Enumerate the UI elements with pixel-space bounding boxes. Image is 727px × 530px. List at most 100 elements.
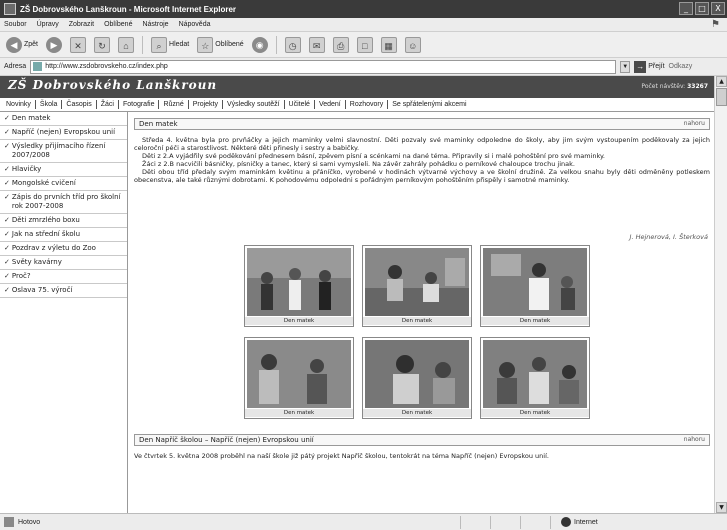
menu-upravy[interactable]: Úpravy bbox=[37, 21, 59, 28]
menu-oblibene[interactable]: Oblíbené bbox=[104, 21, 132, 28]
article-paragraph: Děti z 2.A vyjádřily své poděkování před… bbox=[142, 152, 605, 160]
status-panel bbox=[460, 516, 461, 529]
sidebar-item-stredni-skola[interactable]: ✓ Jak na střední školu bbox=[0, 228, 127, 242]
nav-ucitele[interactable]: Učitelé bbox=[285, 100, 315, 109]
photo-caption: Den matek bbox=[245, 317, 353, 325]
history-button[interactable]: ◷ bbox=[283, 35, 303, 55]
home-button[interactable]: ⌂ bbox=[116, 35, 136, 55]
gallery-item[interactable]: Den matek bbox=[362, 245, 472, 327]
menu-soubor[interactable]: Soubor bbox=[4, 21, 27, 28]
gallery-item[interactable]: Den matek bbox=[480, 245, 590, 327]
nav-novinky[interactable]: Novinky bbox=[2, 100, 36, 109]
site-header: ZŠ Dobrovského Lanškroun Počet návštěv: … bbox=[0, 76, 714, 98]
check-icon: ✓ bbox=[4, 193, 10, 201]
forward-button[interactable]: ▶ bbox=[44, 35, 64, 55]
nav-fotografie[interactable]: Fotografie bbox=[119, 100, 160, 109]
sidebar-item-vysledky-prijimaciho-rizeni[interactable]: ✓ Výsledky přijímacího řízení 2007/2008 bbox=[0, 140, 127, 163]
nav-zaci[interactable]: Žáci bbox=[97, 100, 119, 109]
search-button[interactable]: ⌕ Hledat bbox=[149, 35, 191, 55]
photo-thumbnail bbox=[483, 248, 587, 316]
sidebar-item-hlavicky[interactable]: ✓ Hlavičky bbox=[0, 163, 127, 177]
article-title: Den matek bbox=[139, 120, 178, 128]
menu-bar: Soubor Úpravy Zobrazit Oblíbené Nástroje… bbox=[0, 18, 727, 32]
back-button[interactable]: ◀ Zpět bbox=[4, 35, 40, 55]
sidebar-item-proc[interactable]: ✓ Proč? bbox=[0, 270, 127, 284]
go-arrow-icon: → bbox=[634, 60, 647, 73]
favorites-button[interactable]: ☆ Oblíbené bbox=[195, 35, 245, 55]
photo-caption: Den matek bbox=[363, 317, 471, 325]
gallery-item[interactable]: Den matek bbox=[244, 245, 354, 327]
print-button[interactable]: ⎙ bbox=[331, 35, 351, 55]
menu-nastroje[interactable]: Nástroje bbox=[142, 21, 168, 28]
scroll-up-arrow-icon[interactable]: ▲ bbox=[716, 76, 727, 87]
back-to-top-link[interactable]: nahoru bbox=[684, 435, 705, 445]
sidebar-item-napric-eu[interactable]: ✓ Napříč (nejen) Evropskou unií bbox=[0, 126, 127, 140]
minimize-button[interactable]: _ bbox=[679, 2, 693, 15]
nav-projekty[interactable]: Projekty bbox=[189, 100, 224, 109]
sidebar-item-den-matek[interactable]: ✓ Den matek bbox=[0, 112, 127, 126]
photo-gallery: Den matek Den matek Den matek Den matek … bbox=[244, 245, 598, 419]
article2-title-bar: Den Napříč školou – Napříč (nejen) Evrop… bbox=[134, 434, 710, 446]
research-button[interactable]: ▦ bbox=[379, 35, 399, 55]
article-paragraph: Děti obou tříd předaly svým maminkám kvě… bbox=[134, 168, 710, 184]
maximize-button[interactable]: □ bbox=[695, 2, 709, 15]
back-to-top-link[interactable]: nahoru bbox=[684, 119, 705, 129]
photo-caption: Den matek bbox=[245, 409, 353, 417]
photo-caption: Den matek bbox=[363, 409, 471, 417]
gallery-item[interactable]: Den matek bbox=[244, 337, 354, 419]
vertical-scrollbar[interactable]: ▲ ▼ bbox=[714, 76, 727, 513]
sidebar-item-oslava-vyroci[interactable]: ✓ Oslava 75. výročí bbox=[0, 284, 127, 298]
main-content: Den matek nahoru Středa 4. května byla p… bbox=[134, 112, 710, 513]
nav-vedeni[interactable]: Vedení bbox=[315, 100, 346, 109]
gallery-item[interactable]: Den matek bbox=[362, 337, 472, 419]
address-input[interactable]: http://www.zsdobrovskeho.cz/index.php bbox=[30, 59, 617, 74]
go-label: Přejít bbox=[648, 63, 665, 70]
address-bar: Adresa http://www.zsdobrovskeho.cz/index… bbox=[0, 58, 727, 76]
nav-ruzne[interactable]: Různé bbox=[159, 100, 189, 109]
status-panel bbox=[550, 516, 551, 529]
check-icon: ✓ bbox=[4, 230, 10, 238]
messenger-button[interactable]: ☺ bbox=[403, 35, 423, 55]
nav-rozhovory[interactable]: Rozhovory bbox=[346, 100, 389, 109]
go-button[interactable]: → Přejít bbox=[634, 60, 665, 73]
sidebar-item-mongolske-cviceni[interactable]: ✓ Mongolské cvičení bbox=[0, 177, 127, 191]
article-paragraph: Žáci z 2.B nacvičili básničky, písničky … bbox=[142, 160, 575, 168]
star-icon: ☆ bbox=[197, 36, 214, 53]
visitor-counter-label: Počet návštěv: bbox=[641, 83, 686, 90]
nav-vysledky-soutezi[interactable]: Výsledky soutěží bbox=[223, 100, 285, 109]
globe-icon bbox=[561, 517, 571, 527]
sidebar-item-zoo[interactable]: ✓ Pozdrav z výletu do Zoo bbox=[0, 242, 127, 256]
gallery-item[interactable]: Den matek bbox=[480, 337, 590, 419]
mail-icon: ✉ bbox=[308, 36, 325, 53]
site-title: ZŠ Dobrovského Lanškroun bbox=[8, 78, 218, 92]
article2-body: Ve čtvrtek 5. května 2008 proběhl na naš… bbox=[134, 452, 549, 460]
nav-skola[interactable]: Škola bbox=[36, 100, 63, 109]
print-icon: ⎙ bbox=[332, 36, 349, 53]
media-button[interactable]: ◉ bbox=[250, 35, 270, 55]
check-icon: ✓ bbox=[4, 272, 10, 280]
top-navigation: Novinky Škola Časopis Žáci Fotografie Rů… bbox=[0, 98, 714, 112]
window-controls: _ □ X bbox=[679, 2, 725, 15]
scroll-down-arrow-icon[interactable]: ▼ bbox=[716, 502, 727, 513]
sidebar-item-zapis[interactable]: ✓ Zápis do prvních tříd pro školní rok 20… bbox=[0, 191, 127, 214]
links-label[interactable]: Odkazy bbox=[669, 63, 693, 70]
menu-zobrazit[interactable]: Zobrazit bbox=[69, 21, 94, 28]
edit-button[interactable]: □ bbox=[355, 35, 375, 55]
address-dropdown-button[interactable]: ▼ bbox=[620, 60, 631, 73]
refresh-button[interactable]: ↻ bbox=[92, 35, 112, 55]
page-icon bbox=[33, 62, 43, 71]
mail-button[interactable]: ✉ bbox=[307, 35, 327, 55]
sidebar-item-svety-kavarny[interactable]: ✓ Světy kavárny bbox=[0, 256, 127, 270]
nav-casopis[interactable]: Časopis bbox=[62, 100, 97, 109]
photo-thumbnail bbox=[247, 248, 351, 316]
stop-button[interactable]: ✕ bbox=[68, 35, 88, 55]
article-signature: J. Hejnerová, I. Šterková bbox=[629, 233, 708, 241]
address-url: http://www.zsdobrovskeho.cz/index.php bbox=[45, 63, 168, 70]
menu-napoveda[interactable]: Nápověda bbox=[179, 21, 211, 28]
close-button[interactable]: X bbox=[711, 2, 725, 15]
sidebar-item-deti-boxu[interactable]: ✓ Děti zmrzlého boxu bbox=[0, 214, 127, 228]
check-icon: ✓ bbox=[4, 286, 10, 294]
scroll-thumb[interactable] bbox=[716, 88, 727, 106]
visitor-counter: Počet návštěv: 33267 bbox=[641, 83, 708, 90]
nav-spratelene-akce[interactable]: Se spřátelenými akcemi bbox=[388, 100, 470, 109]
